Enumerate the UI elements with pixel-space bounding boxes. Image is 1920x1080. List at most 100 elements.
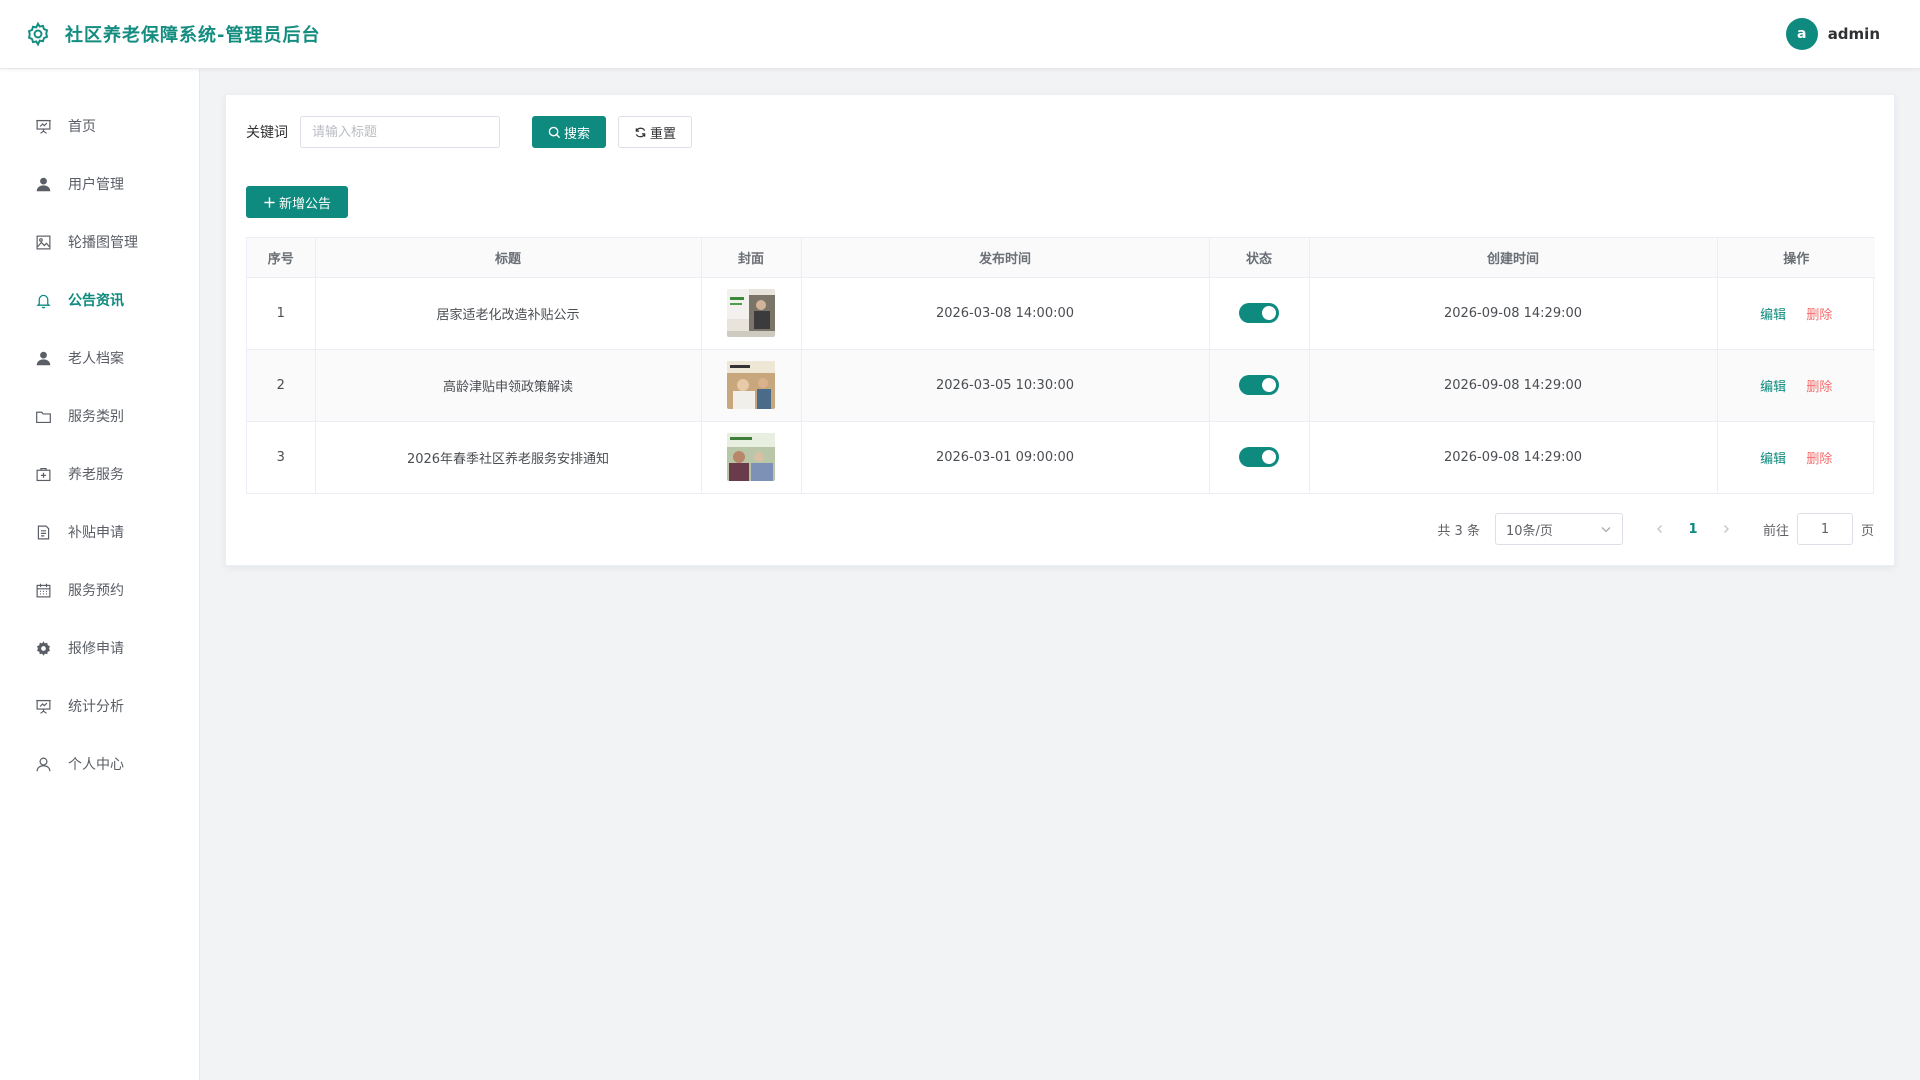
add-button-label: 新增公告: [278, 196, 331, 212]
username[interactable]: admin: [1828, 25, 1880, 43]
sidebar-item-announcements[interactable]: 公告资讯: [0, 271, 199, 329]
row-status-cell: [1209, 349, 1310, 422]
row-publish-time: 2026-03-01 09:00:00: [801, 421, 1210, 493]
sidebar-item-label: 服务预约: [68, 583, 124, 599]
avatar[interactable]: a: [1785, 18, 1818, 50]
search-button-label: 搜索: [563, 126, 590, 142]
row-cover-cell: [701, 277, 802, 350]
status-toggle[interactable]: [1239, 447, 1279, 468]
sidebar-item-service-categories[interactable]: 服务类别: [0, 387, 199, 445]
sidebar-item-repair[interactable]: 报修申请: [0, 619, 199, 677]
refresh-icon: [635, 127, 646, 137]
sidebar-item-label: 首页: [68, 119, 96, 135]
presentation-icon: [36, 699, 51, 714]
gear-icon: [27, 21, 49, 47]
user-outline-icon: [36, 757, 51, 771]
status-toggle[interactable]: [1239, 303, 1279, 323]
reset-button[interactable]: 重置: [618, 116, 692, 148]
status-toggle[interactable]: [1239, 375, 1279, 395]
delete-link[interactable]: 删除: [1806, 380, 1832, 395]
next-page-button[interactable]: [1713, 524, 1739, 534]
cover-thumbnail[interactable]: [727, 433, 775, 482]
cover-thumbnail[interactable]: [727, 289, 775, 337]
sidebar-item-elder-services[interactable]: 养老服务: [0, 445, 199, 503]
sidebar-item-home[interactable]: 首页: [0, 97, 199, 155]
prev-page-button[interactable]: [1647, 524, 1673, 534]
user-icon: [36, 177, 51, 191]
table-row: 3 2026年春季社区养老服务安排通知 2026-03-01 09:00:00 …: [247, 421, 1875, 493]
page-size-value: 10条/页: [1505, 523, 1553, 539]
column-header-cover: 封面: [701, 238, 802, 278]
search-input[interactable]: [300, 116, 500, 148]
search-label: 关键词: [246, 125, 288, 141]
row-status-cell: [1209, 277, 1310, 350]
table-row: 2 高龄津贴申领政策解读 2026-03-05 10:30:00 2026-09…: [247, 349, 1875, 422]
delete-link[interactable]: 删除: [1806, 452, 1832, 467]
sidebar-item-label: 轮播图管理: [68, 235, 138, 251]
sidebar-item-subsidy[interactable]: 补贴申请: [0, 503, 199, 561]
edit-link[interactable]: 编辑: [1760, 452, 1786, 467]
sidebar-item-label: 补贴申请: [68, 525, 124, 541]
pagination: 共 3 条 10条/页 1 前往 页: [1437, 513, 1874, 545]
app-title: 社区养老保障系统-管理员后台: [65, 25, 321, 46]
row-cover-cell: [701, 421, 802, 493]
sidebar-item-label: 个人中心: [68, 757, 124, 773]
user-icon: [36, 351, 51, 365]
row-publish-time: 2026-03-05 10:30:00: [801, 349, 1210, 422]
row-title: 高龄津贴申领政策解读: [315, 349, 702, 422]
document-icon: [37, 525, 50, 539]
row-actions: 编辑 删除: [1717, 349, 1875, 422]
sidebar-item-label: 用户管理: [68, 177, 124, 193]
row-title: 居家适老化改造补贴公示: [315, 277, 702, 350]
edit-link[interactable]: 编辑: [1760, 308, 1786, 323]
brand: 社区养老保障系统-管理员后台: [25, 21, 320, 47]
bell-icon: [36, 294, 51, 308]
row-actions: 编辑 删除: [1717, 421, 1875, 493]
sidebar-item-label: 统计分析: [68, 699, 124, 715]
chevron-right-icon: [1724, 525, 1729, 533]
sidebar-item-booking[interactable]: 服务预约: [0, 561, 199, 619]
cover-thumbnail[interactable]: [727, 361, 775, 409]
edit-link[interactable]: 编辑: [1760, 380, 1786, 395]
add-announcement-button[interactable]: 新增公告: [246, 186, 348, 218]
column-header-index: 序号: [247, 238, 316, 278]
sidebar-item-elder-records[interactable]: 老人档案: [0, 329, 199, 387]
row-created-time: 2026-09-08 14:29:00: [1309, 349, 1718, 422]
plus-icon: [264, 196, 275, 208]
main-card: 关键词 搜索 重置 新增公告 序号 标题 封面 发布时间 状态: [225, 94, 1895, 566]
page-number-current[interactable]: 1: [1673, 522, 1713, 537]
user-menu[interactable]: a admin: [1785, 18, 1880, 50]
page-size-select[interactable]: 10条/页: [1494, 513, 1623, 545]
column-header-status: 状态: [1209, 238, 1310, 278]
sidebar-item-statistics[interactable]: 统计分析: [0, 677, 199, 735]
chevron-down-icon: [1601, 527, 1611, 533]
pagination-total: 共 3 条: [1437, 523, 1480, 539]
row-index: 3: [247, 421, 316, 493]
reset-button-label: 重置: [649, 126, 676, 142]
gear-icon: [37, 640, 50, 656]
sidebar-item-profile[interactable]: 个人中心: [0, 735, 199, 793]
column-header-actions: 操作: [1717, 238, 1875, 278]
search-button[interactable]: 搜索: [532, 116, 606, 148]
goto-unit: 页: [1860, 523, 1874, 539]
folder-icon: [36, 411, 51, 423]
presentation-icon: [36, 119, 51, 134]
row-title: 2026年春季社区养老服务安排通知: [315, 421, 702, 493]
sidebar-item-carousel[interactable]: 轮播图管理: [0, 213, 199, 271]
first-aid-icon: [36, 467, 51, 481]
search-form: 关键词 搜索 重置: [246, 116, 692, 148]
table-header-row: 序号 标题 封面 发布时间 状态 创建时间 操作: [247, 238, 1875, 278]
goto-page-input[interactable]: [1796, 513, 1853, 545]
announcement-table: 序号 标题 封面 发布时间 状态 创建时间 操作 1 居家适老化改造补贴公示 2…: [246, 237, 1875, 494]
delete-link[interactable]: 删除: [1806, 308, 1832, 323]
row-status-cell: [1209, 421, 1310, 493]
sidebar-item-label: 老人档案: [68, 351, 124, 367]
sidebar: 首页 用户管理 轮播图管理 公告资讯 老人档案 服务类别 养老服务 补贴申请 服…: [0, 69, 200, 1080]
column-header-title: 标题: [315, 238, 702, 278]
table-row: 1 居家适老化改造补贴公示 2026-03-08 14:00:00 2026-0…: [247, 277, 1875, 350]
goto-label: 前往: [1762, 523, 1789, 539]
row-created-time: 2026-09-08 14:29:00: [1309, 421, 1718, 493]
sidebar-item-label: 服务类别: [68, 409, 124, 425]
sidebar-item-users[interactable]: 用户管理: [0, 155, 199, 213]
calendar-icon: [36, 583, 51, 597]
